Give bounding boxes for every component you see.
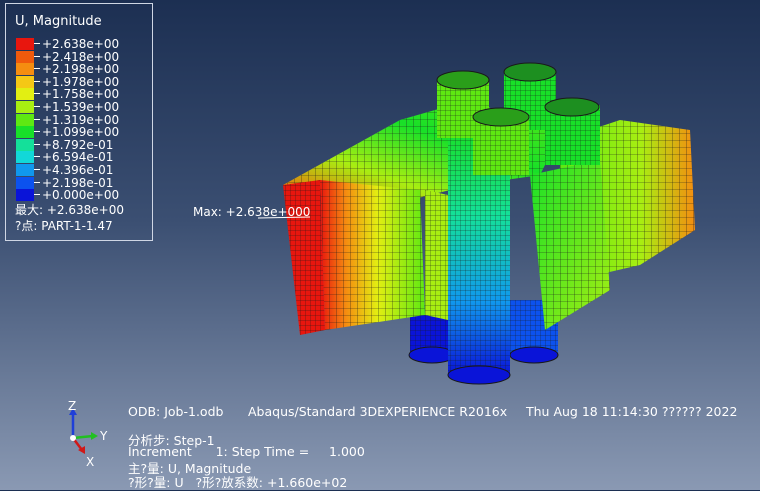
deformed-variable: ?形?量: U ?形?放系数: +1.660e+02 — [128, 475, 348, 490]
odb-name: ODB: Job-1.odb — [128, 404, 224, 419]
run-date: Thu Aug 18 11:14:30 ?????? 2022 — [526, 404, 738, 419]
axis-triad: Z Y X — [68, 399, 108, 469]
solver-version: Abaqus/Standard 3DEXPERIENCE R2016x — [248, 404, 508, 419]
triad-y-label: Y — [99, 429, 108, 443]
y-axis — [72, 434, 94, 440]
triad-x-label: X — [86, 455, 94, 469]
front-box — [283, 180, 425, 335]
increment-info: Increment 1: Step Time = 1.000 — [128, 444, 365, 459]
max-annotation: Max: +2.638e+000 — [193, 205, 311, 219]
triad-z-label: Z — [68, 399, 76, 413]
